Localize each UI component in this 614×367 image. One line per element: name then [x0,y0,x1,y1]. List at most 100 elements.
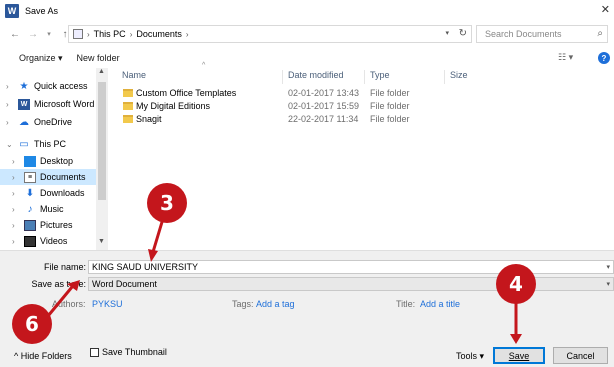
nav-item-pictures[interactable]: › Pictures [0,217,96,233]
title-value[interactable]: Add a title [420,299,460,309]
new-folder-button[interactable]: New folder [77,53,120,63]
address-dropdown-icon[interactable]: ▾ [445,29,449,37]
save-button[interactable]: Save [493,347,545,364]
nav-item-label: Quick access [34,81,88,91]
column-divider[interactable] [444,70,445,84]
expand-chevron-icon[interactable]: › [12,205,22,214]
download-icon: ⬇ [25,187,35,199]
expand-chevron-icon[interactable]: › [12,237,22,246]
recent-locations-chevron-icon[interactable]: ▾ [42,30,56,38]
chevron-right-icon[interactable]: › [186,30,189,39]
file-date: 02-01-2017 13:43 [288,88,360,98]
folder-icon [123,115,133,123]
refresh-icon[interactable]: ↻ [459,28,467,39]
collapse-chevron-icon[interactable]: ⌄ [6,140,16,149]
save-thumbnail-checkbox[interactable] [90,348,99,357]
nav-item-label: OneDrive [34,117,73,127]
tools-label: Tools [456,351,478,361]
authors-value[interactable]: PYKSU [92,299,123,309]
search-input[interactable]: Search Documents ⌕ [476,25,608,43]
expand-chevron-icon[interactable]: › [12,157,22,166]
tags-value[interactable]: Add a tag [256,299,295,309]
folder-icon [123,89,133,97]
save-as-dialog: W Save As ✕ ← → ▾ ↑ › This PC › Document… [0,0,614,367]
file-list: Name ^ Date modified Type Size Custom Of… [110,62,614,250]
help-icon[interactable]: ? [598,52,610,64]
title-label: Title: [396,299,416,309]
close-icon[interactable]: ✕ [601,3,610,16]
expand-chevron-icon[interactable]: › [6,82,16,91]
documents-icon: ≡ [24,171,36,183]
file-name-field[interactable]: KING SAUD UNIVERSITY ▾ [88,260,614,274]
file-name-value: KING SAUD UNIVERSITY [92,262,199,272]
view-options-icon[interactable]: ☷ ▾ [558,52,573,63]
expand-chevron-icon[interactable]: › [12,173,22,182]
file-name: My Digital Editions [136,101,211,111]
save-as-type-value: Word Document [92,279,157,289]
expand-chevron-icon[interactable]: › [12,189,22,198]
file-date: 22-02-2017 11:34 [288,114,359,124]
column-header-date[interactable]: Date modified [288,70,344,84]
column-header-size[interactable]: Size [450,70,468,84]
column-header-name[interactable]: Name [122,70,146,84]
nav-item-this-pc[interactable]: ⌄ ▭ This PC [0,136,96,152]
column-divider[interactable] [364,70,365,84]
file-row[interactable]: My Digital Editions 02-01-2017 15:59 Fil… [110,100,480,113]
search-icon[interactable]: ⌕ [597,28,603,39]
nav-item-onedrive[interactable]: › ☁ OneDrive [0,114,96,130]
nav-item-label: Microsoft Word [34,99,95,109]
expand-chevron-icon[interactable]: › [12,221,22,230]
nav-item-documents[interactable]: › ≡ Documents [0,169,96,185]
nav-item-label: This PC [34,139,67,149]
callout-badge-4: 4 [496,264,536,304]
nav-item-label: Desktop [40,156,74,166]
sort-ascending-icon: ^ [202,62,206,69]
nav-item-music[interactable]: › ♪ Music [0,201,96,217]
title-bar: W Save As ✕ [0,0,614,22]
forward-arrow-icon[interactable]: → [26,29,40,40]
hide-folders-label: Hide Folders [20,351,72,361]
scrollbar-thumb[interactable] [98,82,106,200]
documents-location-icon [73,29,83,39]
chevron-up-icon: ^ [14,351,21,361]
cancel-button[interactable]: Cancel [553,347,608,364]
chevron-down-icon[interactable]: ▾ [606,263,610,271]
column-divider[interactable] [282,70,283,84]
save-thumbnail-label[interactable]: Save Thumbnail [102,347,167,357]
folder-icon [123,102,133,110]
scroll-down-icon[interactable]: ▼ [98,238,105,245]
callout-badge-6: 6 [12,304,52,344]
nav-item-quick-access[interactable]: › ★ Quick access [0,78,96,94]
star-icon: ★ [19,80,29,92]
file-date: 02-01-2017 15:59 [288,101,360,111]
file-name: Custom Office Templates [136,88,237,98]
breadcrumb-this-pc[interactable]: This PC [94,29,126,39]
chevron-right-icon[interactable]: › [130,30,133,39]
nav-item-videos[interactable]: › Videos [0,233,96,249]
nav-item-desktop[interactable]: › Desktop [0,153,96,169]
back-arrow-icon[interactable]: ← [8,29,22,40]
nav-item-microsoft-word[interactable]: › W Microsoft Word [0,96,96,112]
column-header-type[interactable]: Type [370,70,390,84]
chevron-right-icon[interactable]: › [87,30,90,39]
breadcrumb-documents[interactable]: Documents [136,29,182,39]
command-bar: Organize ▾ New folder ☷ ▾ ? [0,48,614,68]
search-placeholder: Search Documents [485,29,562,39]
cloud-icon: ☁ [19,116,29,128]
address-bar[interactable]: › This PC › Documents › ▾ ↻ [68,25,472,43]
file-row[interactable]: Custom Office Templates 02-01-2017 13:43… [110,87,480,100]
nav-scrollbar[interactable]: ▲ ▼ [96,68,108,250]
word-icon: W [18,98,30,110]
file-row[interactable]: Snagit 22-02-2017 11:34 File folder [110,113,480,126]
scroll-up-icon[interactable]: ▲ [98,68,105,75]
chevron-down-icon[interactable]: ▾ [606,280,610,288]
tools-menu-button[interactable]: Tools ▾ [456,351,484,362]
expand-chevron-icon[interactable]: › [6,100,16,109]
authors-label: Authors: [52,299,86,309]
nav-item-label: Pictures [40,220,73,230]
file-name: Snagit [136,114,162,124]
expand-chevron-icon[interactable]: › [6,118,16,127]
nav-item-downloads[interactable]: › ⬇ Downloads [0,185,96,201]
hide-folders-button[interactable]: ^ Hide Folders [14,351,72,361]
organize-menu-button[interactable]: Organize ▾ [19,53,63,64]
